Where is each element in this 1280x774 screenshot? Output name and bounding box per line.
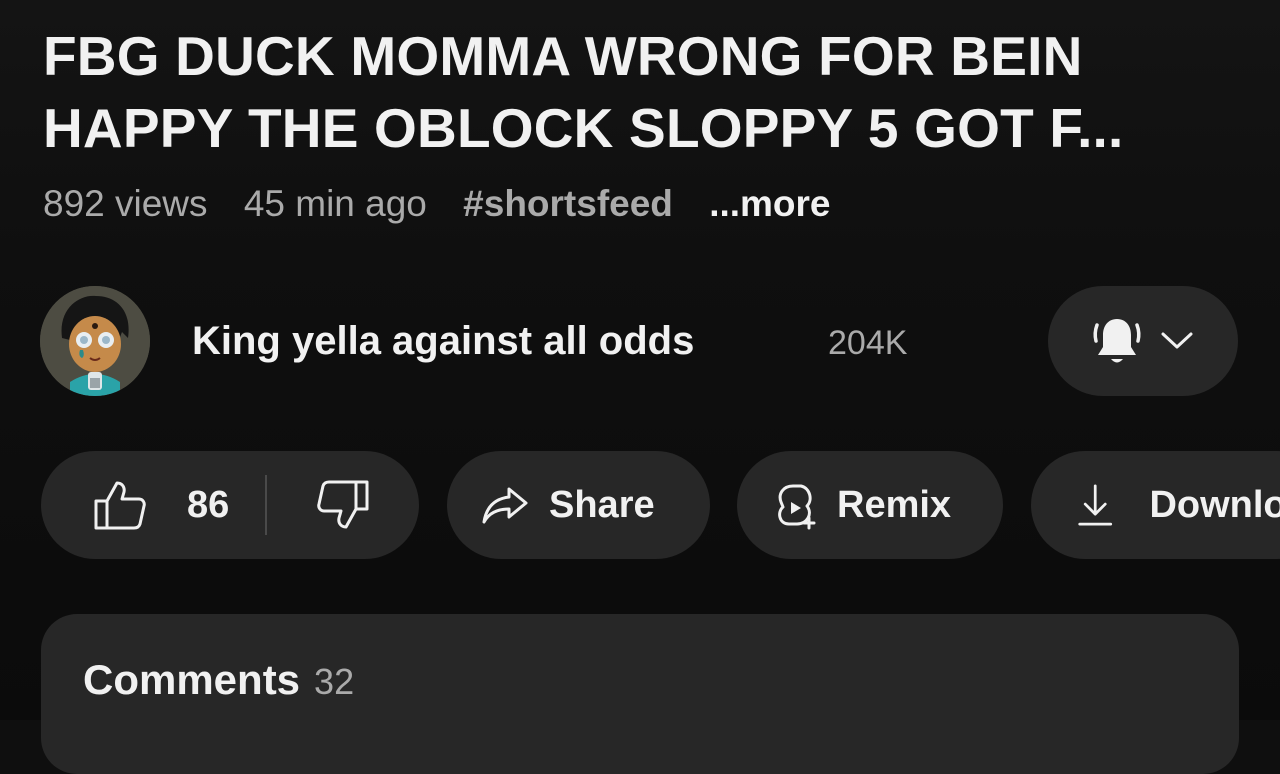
- share-arrow-icon: [482, 487, 528, 524]
- view-count: 892 views: [43, 183, 208, 224]
- like-button[interactable]: 86: [41, 451, 265, 559]
- more-link[interactable]: ...more: [709, 183, 830, 224]
- subscriber-count: 204K: [828, 324, 908, 362]
- share-label: Share: [549, 483, 655, 526]
- thumbs-up-icon: [94, 481, 146, 530]
- download-label: Download: [1149, 483, 1280, 526]
- comments-header: Comments 32: [83, 654, 354, 708]
- cartoon-avatar-icon: [40, 286, 150, 396]
- upload-age: 45 min ago: [243, 183, 427, 224]
- download-icon: [1078, 484, 1113, 526]
- remix-button[interactable]: Remix: [737, 451, 1003, 559]
- notification-settings-button[interactable]: [1048, 286, 1238, 396]
- like-dislike-group: 86: [41, 451, 419, 559]
- comments-section[interactable]: Comments 32: [41, 614, 1239, 774]
- remix-label: Remix: [837, 483, 952, 526]
- hashtag-link[interactable]: #shortsfeed: [463, 183, 673, 224]
- remix-icon: [778, 484, 816, 530]
- video-meta[interactable]: 892 views 45 min ago #shortsfeed ...more: [43, 180, 831, 228]
- channel-name[interactable]: King yella against all odds: [192, 316, 694, 366]
- bell-icon: [1093, 319, 1141, 363]
- video-title[interactable]: FBG DUCK MOMMA WRONG FOR BEIN HAPPY THE …: [43, 20, 1233, 164]
- comments-count: 32: [314, 661, 355, 702]
- comments-label: Comments: [83, 656, 301, 703]
- share-button[interactable]: Share: [447, 451, 710, 559]
- like-count: 86: [187, 483, 230, 526]
- chevron-down-icon: [1161, 332, 1193, 349]
- channel-avatar[interactable]: [40, 286, 150, 396]
- dislike-button[interactable]: [267, 451, 419, 559]
- thumbs-down-icon: [317, 480, 369, 529]
- download-button[interactable]: Download: [1031, 451, 1280, 559]
- channel-row: King yella against all odds 204K: [40, 286, 1240, 396]
